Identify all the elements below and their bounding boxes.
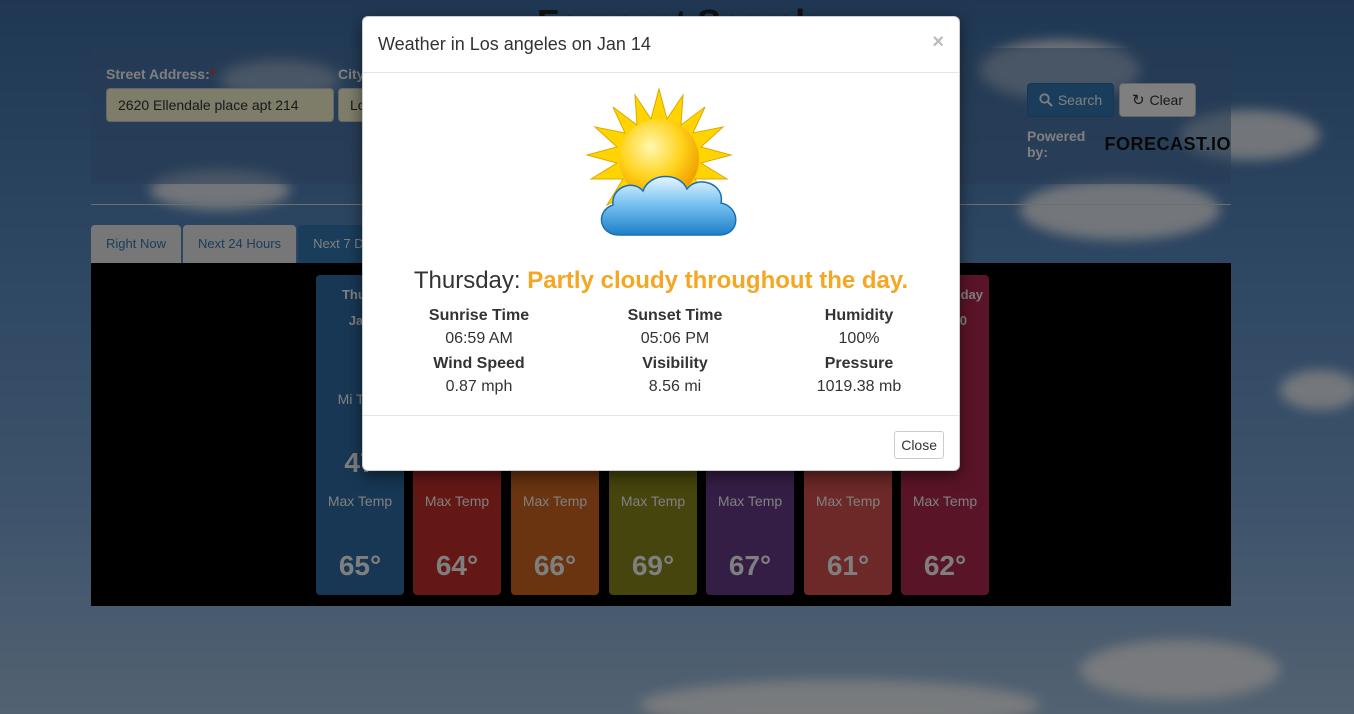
stat-sunset: Sunset Time 05:06 PM xyxy=(627,307,723,347)
stat-visibility: Visibility 8.56 mi xyxy=(642,355,708,395)
summary-day: Thursday: xyxy=(413,267,521,294)
weather-detail-modal: Weather in Los angeles on Jan 14 × Thurs… xyxy=(362,16,960,471)
partly-cloudy-icon xyxy=(585,87,737,236)
summary-line: Thursday: Partly cloudy throughout the d… xyxy=(363,267,959,295)
modal-footer-divider xyxy=(363,415,959,416)
stat-humidity: Humidity 100% xyxy=(824,307,894,347)
modal-header: Weather in Los angeles on Jan 14 × xyxy=(363,17,959,73)
modal-title: Weather in Los angeles on Jan 14 xyxy=(378,34,651,54)
close-button[interactable]: Close xyxy=(894,431,944,459)
stat-sunrise: Sunrise Time 06:59 AM xyxy=(428,307,530,347)
stat-wind-speed: Wind Speed 0.87 mph xyxy=(433,355,525,395)
stat-pressure: Pressure 1019.38 mb xyxy=(816,355,902,395)
close-icon[interactable]: × xyxy=(932,31,944,54)
summary-text: Partly cloudy throughout the day. xyxy=(527,267,909,294)
